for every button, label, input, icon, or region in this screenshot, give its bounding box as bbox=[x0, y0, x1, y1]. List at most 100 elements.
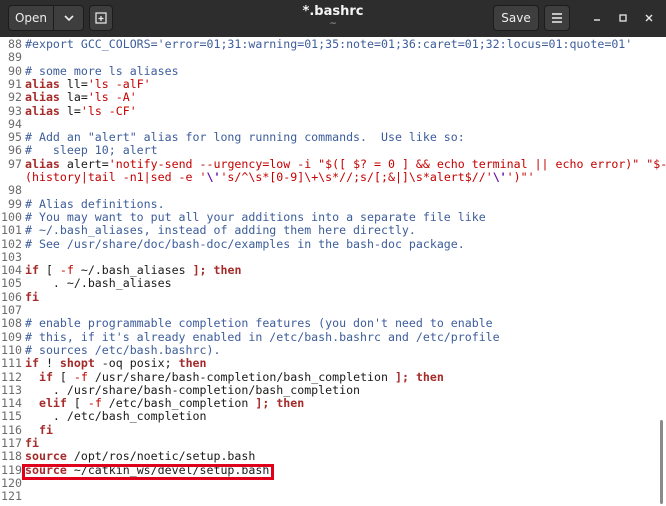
code-line: (history|tail -n1|sed -e '\''s/^\s*[0-9]… bbox=[0, 170, 666, 184]
line-number: 114 bbox=[1, 396, 22, 411]
code-line: 104 if [ -f ~/.bash_aliases ]; then bbox=[0, 263, 666, 278]
header-bar: Open *.bashrc ~ Save bbox=[0, 0, 666, 37]
line-number: 117 bbox=[1, 436, 22, 450]
code-token: /etc/bash_completion bbox=[101, 396, 256, 411]
line-number: 106 bbox=[1, 289, 22, 304]
code-token: . /usr/share/bash-completion/bash_comple… bbox=[25, 382, 361, 397]
line-code: # sleep 10; alert bbox=[25, 143, 158, 157]
new-tab-icon bbox=[95, 12, 107, 24]
save-button[interactable]: Save bbox=[493, 5, 539, 31]
code-line: 112 if [ -f /usr/share/bash-completion/b… bbox=[0, 369, 666, 384]
line-number: 90 bbox=[8, 63, 22, 78]
code-token: 'ls -A' bbox=[87, 90, 137, 105]
text-editor[interactable]: 88 #export GCC_COLORS='error=01;31:warnin… bbox=[0, 37, 666, 506]
close-icon bbox=[645, 14, 653, 22]
code-token: source bbox=[25, 449, 67, 464]
code-token: ]; bbox=[394, 369, 409, 384]
code-token: ]; bbox=[192, 263, 207, 278]
line-number: 109 bbox=[1, 329, 22, 344]
line-code: # sources /etc/bash.bashrc). bbox=[25, 343, 220, 357]
line-number: 89 bbox=[8, 50, 22, 65]
code-token: # Alias definitions. bbox=[25, 196, 165, 211]
window-title: *.bashrc bbox=[302, 4, 364, 19]
code-line: 109 # this, if it's already enabled in /e… bbox=[0, 329, 666, 344]
line-number: 99 bbox=[8, 196, 22, 211]
code-token: fi bbox=[25, 289, 39, 304]
line-code: source /opt/ros/noetic/setup.bash bbox=[25, 449, 255, 463]
line-number: 102 bbox=[1, 236, 22, 251]
minimize-button[interactable] bbox=[588, 9, 606, 27]
code-token: [ bbox=[52, 369, 74, 384]
chevron-down-icon bbox=[63, 15, 74, 21]
code-token: 'ls -CF' bbox=[80, 103, 137, 118]
line-code: #export GCC_COLORS='error=01;31:warning=… bbox=[25, 37, 632, 51]
code-token: # sources /etc/bash.bashrc). bbox=[25, 342, 221, 357]
code-token: then bbox=[415, 369, 444, 384]
window-title-area: *.bashrc ~ bbox=[233, 4, 433, 29]
menu-button[interactable] bbox=[544, 5, 570, 31]
code-token: if bbox=[25, 263, 39, 278]
line-number: 116 bbox=[1, 422, 22, 437]
line-code: if ! shopt -oq posix; then bbox=[25, 356, 207, 370]
code-line: 92 alias la='ls -A' bbox=[0, 90, 666, 105]
code-line: 95 # Add an "alert" alias for long runnin… bbox=[0, 130, 666, 145]
line-number: 115 bbox=[1, 409, 22, 424]
code-line: 89 bbox=[0, 50, 666, 65]
line-number: 119 bbox=[1, 462, 22, 477]
line-number: 108 bbox=[1, 316, 22, 331]
code-token: \' bbox=[206, 170, 221, 184]
code-token: -f bbox=[59, 263, 74, 278]
open-dropdown-button[interactable] bbox=[54, 5, 84, 31]
line-number: 96 bbox=[8, 143, 22, 158]
code-token: [ bbox=[38, 263, 60, 278]
code-token: # See /usr/share/doc/bash-doc/examples i… bbox=[25, 236, 465, 251]
code-line: 101 # ~/.bash_aliases, instead of adding … bbox=[0, 223, 666, 237]
code-token: -f bbox=[87, 396, 102, 411]
code-line: 110 # sources /etc/bash.bashrc). bbox=[0, 343, 666, 357]
line-code: fi bbox=[25, 436, 39, 450]
line-number: 104 bbox=[1, 263, 22, 278]
code-token: ]; bbox=[255, 396, 270, 411]
line-number: 95 bbox=[8, 130, 22, 145]
code-token: \' bbox=[492, 170, 507, 184]
line-code: # You may want to put all your additions… bbox=[25, 210, 486, 224]
code-token: then bbox=[276, 396, 305, 411]
line-number: 98 bbox=[8, 183, 22, 198]
line-number: 113 bbox=[1, 382, 22, 397]
code-line: 115 . /etc/bash_completion bbox=[0, 409, 666, 424]
line-code: fi bbox=[25, 423, 53, 437]
code-token: ! bbox=[38, 356, 60, 371]
line-code: alias ll='ls -alF' bbox=[25, 77, 151, 91]
line-code: alias l='ls -CF' bbox=[25, 104, 137, 118]
line-code: # ~/.bash_aliases, instead of adding the… bbox=[25, 223, 416, 237]
line-code: fi bbox=[25, 290, 39, 304]
code-token: # Add an "alert" alias for long running … bbox=[25, 130, 465, 145]
new-tab-button[interactable] bbox=[89, 5, 113, 31]
line-number: 93 bbox=[8, 103, 22, 118]
code-token: alias bbox=[25, 156, 60, 171]
line-code: alias la='ls -A' bbox=[25, 90, 137, 104]
line-number: 118 bbox=[1, 449, 22, 464]
line-number: 92 bbox=[8, 90, 22, 105]
line-number: 112 bbox=[1, 369, 22, 384]
code-line: 113 . /usr/share/bash-completion/bash_co… bbox=[0, 382, 666, 397]
open-button[interactable]: Open bbox=[8, 5, 54, 31]
line-number: 120 bbox=[1, 475, 22, 490]
code-token: . ~/.bash_aliases bbox=[25, 276, 172, 291]
highlight-annotation-box bbox=[22, 464, 274, 480]
close-button[interactable] bbox=[640, 9, 658, 27]
line-number: 100 bbox=[1, 209, 22, 224]
code-token: 's/^\s*[0-9]\+\s*//;s/[;&|]\s*alert$//' bbox=[220, 170, 493, 184]
code-token: [ bbox=[66, 396, 88, 411]
line-number: 111 bbox=[1, 356, 22, 371]
maximize-button[interactable] bbox=[614, 9, 632, 27]
code-line: 90 # some more ls aliases bbox=[0, 63, 666, 78]
code-line: 102 # See /usr/share/doc/bash-doc/example… bbox=[0, 236, 666, 251]
vertical-scrollbar[interactable] bbox=[660, 420, 663, 504]
line-code: # some more ls aliases bbox=[25, 64, 179, 78]
code-token: fi bbox=[25, 436, 39, 450]
code-token: if bbox=[25, 356, 39, 371]
code-token: alert= bbox=[59, 156, 109, 171]
code-token: . /etc/bash_completion bbox=[25, 409, 207, 424]
line-code: # See /usr/share/doc/bash-doc/examples i… bbox=[25, 237, 465, 251]
